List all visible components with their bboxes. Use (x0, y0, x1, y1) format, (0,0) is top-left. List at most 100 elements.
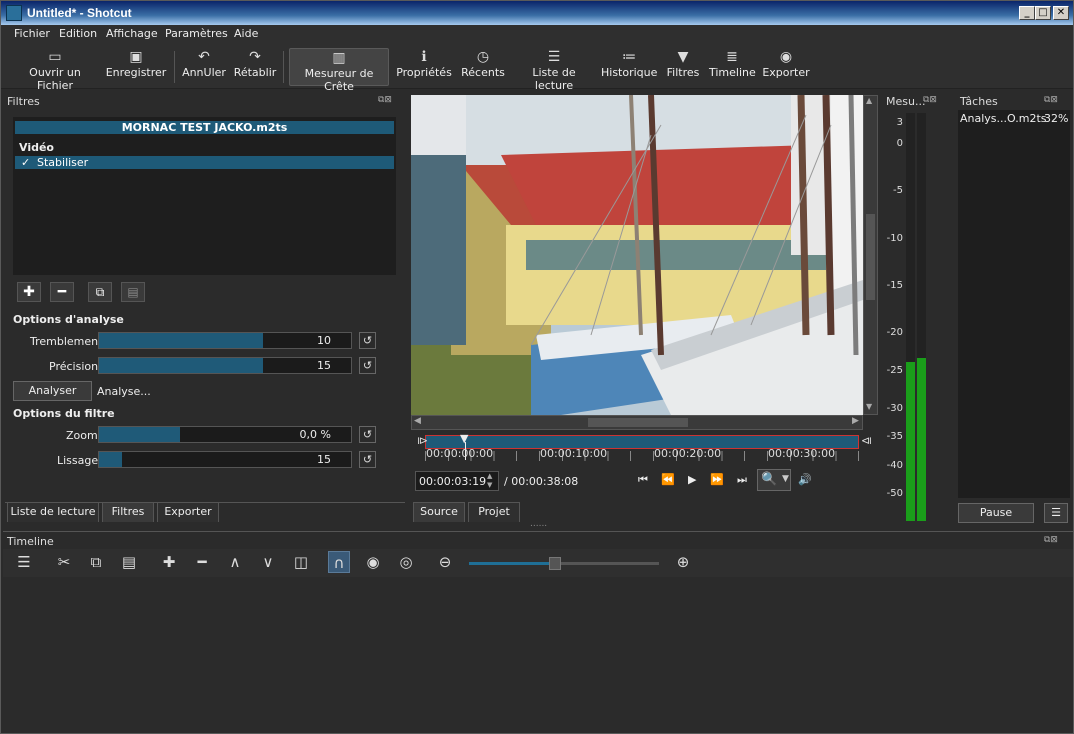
panel-float-close-icons[interactable]: ⧉⊠ (1044, 535, 1058, 545)
peak-meter-button[interactable]: ▥ Mesureur de Crête (289, 48, 389, 93)
filter-item-stabiliser[interactable]: ✓ Stabiliser (15, 156, 394, 169)
minimize-icon[interactable]: _ (1019, 6, 1035, 20)
menu-parametres[interactable]: Paramètres (165, 27, 228, 40)
meter-level-right (917, 357, 926, 521)
title-bar: Untitled* - Shotcut _ □ ✕ (1, 1, 1073, 25)
undo-button[interactable]: ↶ AnnUler (181, 48, 227, 86)
save-button[interactable]: ▣ Enregistrer (105, 48, 167, 86)
zoom-slider[interactable]: 0,0 % (98, 426, 352, 443)
chevron-down-icon: ▼ (782, 474, 789, 484)
timeline-zoom-handle[interactable] (548, 557, 561, 570)
snap-magnet-icon[interactable]: ∩ (328, 551, 350, 573)
panel-float-close-icons[interactable]: ⧉⊠ (923, 95, 937, 105)
panel-float-close-icons[interactable]: ⧉⊠ (1044, 95, 1058, 105)
lissage-fill (99, 452, 122, 467)
fast-forward-icon[interactable]: ⏩ (710, 473, 724, 486)
scroll-down-icon[interactable]: ▼ (866, 402, 872, 411)
tab-filters[interactable]: Filtres (102, 502, 154, 522)
tremblement-label: Tremblement (30, 335, 103, 348)
video-vscrollbar[interactable]: ▲ ▼ (863, 95, 878, 415)
task-item[interactable]: Analys...O.m2ts 32% (958, 110, 1070, 126)
pause-button[interactable]: Pause (958, 503, 1034, 523)
timeline-zoom-fill (469, 562, 555, 565)
zoom-out-icon[interactable]: ⊖ (434, 551, 456, 573)
in-marker-icon[interactable]: ⧐ (417, 434, 428, 447)
zoom-in-icon[interactable]: ⊕ (672, 551, 694, 573)
timeline-zoom-slider[interactable] (469, 557, 659, 570)
properties-button[interactable]: ℹ Propriétés (395, 48, 453, 86)
paste-filter-button[interactable]: ▤ (121, 282, 145, 302)
tasks-menu-icon[interactable]: ☰ (1044, 503, 1068, 523)
reset-tremblement-icon[interactable]: ↺ (359, 332, 376, 349)
tab-project[interactable]: Projet (468, 502, 520, 522)
volume-icon[interactable]: 🔊 (798, 473, 812, 486)
export-button[interactable]: ◉ Exporter (761, 48, 811, 86)
timecode-spin-icon[interactable]: ▲ ▼ (487, 472, 492, 490)
tab-export[interactable]: Exporter (157, 502, 219, 522)
play-icon[interactable]: ▶ (688, 473, 696, 486)
append-icon[interactable]: ✚ (158, 551, 180, 573)
meter-scale-label: 3 (896, 117, 903, 128)
scroll-right-icon[interactable]: ▶ (852, 416, 859, 426)
playlist-button[interactable]: ☰ Liste de lecture (513, 48, 595, 92)
remove-filter-button[interactable]: ━ (50, 282, 74, 302)
lift-icon[interactable]: ∧ (224, 551, 246, 573)
menu-fichier[interactable]: Fichier (14, 27, 50, 40)
copy-filter-button[interactable]: ⧉ (88, 282, 112, 302)
hscroll-thumb[interactable] (588, 418, 688, 427)
video-hscrollbar[interactable]: ◀ ▶ (411, 415, 863, 430)
overwrite-icon[interactable]: ∨ (257, 551, 279, 573)
scroll-left-icon[interactable]: ◀ (414, 416, 421, 426)
reset-precision-icon[interactable]: ↺ (359, 357, 376, 374)
add-filter-button[interactable]: ✚ (17, 282, 41, 302)
reset-zoom-icon[interactable]: ↺ (359, 426, 376, 443)
meter-scale-label: -50 (886, 488, 903, 499)
scrub-eye-icon[interactable]: ◉ (362, 551, 384, 573)
timeline-button[interactable]: ≣ Timeline (709, 48, 756, 86)
copy-icon[interactable]: ⧉ (85, 551, 107, 573)
tremblement-slider[interactable]: 10 (98, 332, 352, 349)
panel-float-close-icons[interactable]: ⧉⊠ (378, 95, 392, 105)
vscroll-thumb[interactable] (866, 214, 875, 300)
zoom-value: 0,0 % (299, 428, 331, 441)
skip-previous-icon[interactable]: ⏮ (638, 473, 648, 487)
split-icon[interactable]: ◫ (290, 551, 312, 573)
remove-icon[interactable]: ━ (191, 551, 213, 573)
zoom-dropdown[interactable]: 🔍 ▼ (757, 469, 791, 491)
main-toolbar: ▭ Ouvrir un Fichier ▣ Enregistrer ↶ AnnUler… (1, 43, 1073, 93)
timeline-tracks-area[interactable] (3, 578, 1073, 732)
precision-slider[interactable]: 15 (98, 357, 352, 374)
analyze-button[interactable]: Analyser (13, 381, 92, 401)
paste-icon[interactable]: ▤ (118, 551, 140, 573)
check-icon[interactable]: ✓ (21, 156, 30, 169)
position-timecode[interactable]: 00:00:03:19 ▲ ▼ (415, 471, 499, 491)
open-file-button[interactable]: ▭ Ouvrir un Fichier (11, 48, 99, 92)
recent-button[interactable]: ◷ Récents (459, 48, 507, 86)
filters-panel-title: Filtres (7, 95, 40, 108)
scroll-up-icon[interactable]: ▲ (866, 96, 872, 105)
timeline-panel-title: Timeline (7, 535, 54, 548)
skip-next-icon[interactable]: ⏭ (737, 473, 747, 487)
menu-edition[interactable]: Edition (59, 27, 97, 40)
tremblement-fill (99, 333, 263, 348)
filters-button[interactable]: ▼ Filtres (663, 48, 703, 86)
tab-source[interactable]: Source (413, 502, 465, 522)
ripple-target-icon[interactable]: ◎ (395, 551, 417, 573)
menu-aide[interactable]: Aide (234, 27, 258, 40)
menu-affichage[interactable]: Affichage (106, 27, 158, 40)
out-marker-icon[interactable]: ⧏ (861, 434, 872, 447)
history-button[interactable]: ≔ Historique (601, 48, 657, 86)
tab-playlist[interactable]: Liste de lecture (7, 502, 99, 522)
meter-scale-label: -10 (886, 233, 903, 244)
playlist-label: Liste de lecture (532, 66, 576, 92)
maximize-icon[interactable]: □ (1035, 6, 1051, 20)
cut-icon[interactable]: ✂ (53, 551, 75, 573)
redo-button[interactable]: ↷ Rétablir (233, 48, 277, 86)
reset-lissage-icon[interactable]: ↺ (359, 451, 376, 468)
close-icon[interactable]: ✕ (1053, 6, 1069, 20)
rewind-icon[interactable]: ⏪ (661, 473, 675, 486)
export-icon: ◉ (779, 49, 793, 65)
splitter-handle[interactable]: ...... (530, 519, 547, 529)
timeline-menu-icon[interactable]: ☰ (13, 551, 35, 573)
lissage-slider[interactable]: 15 (98, 451, 352, 468)
